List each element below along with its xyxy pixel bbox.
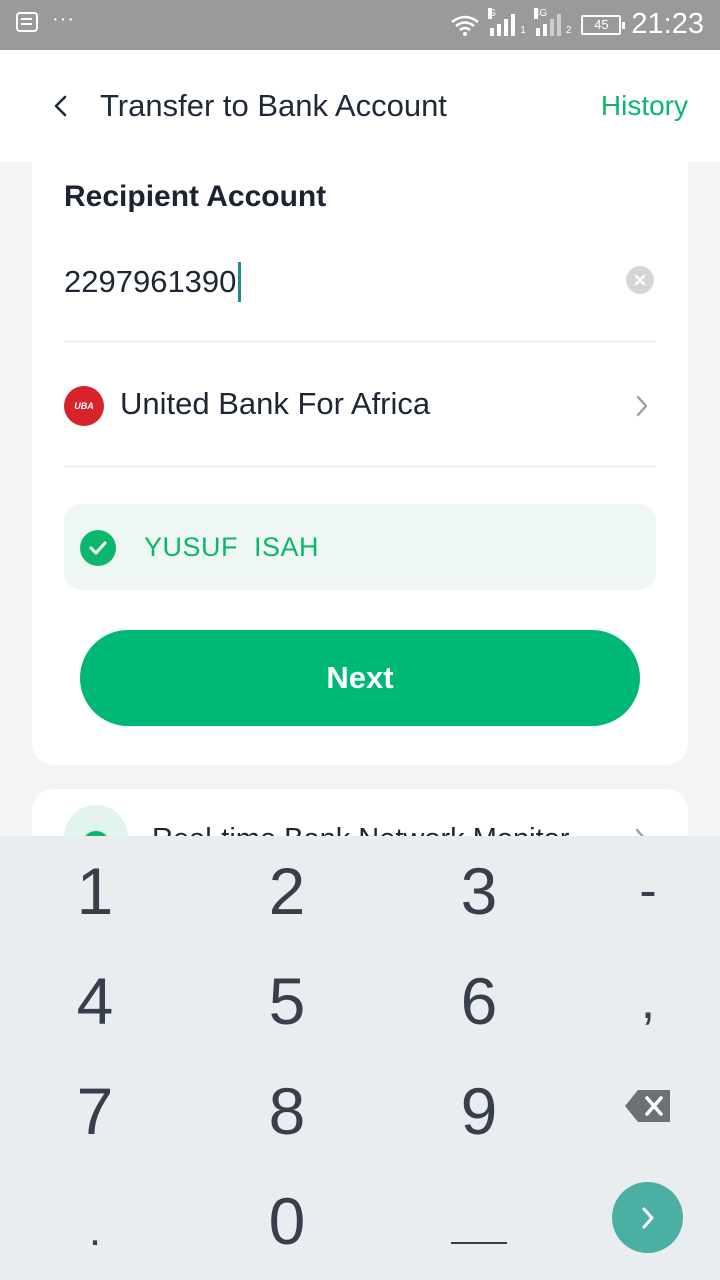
chevron-right-icon bbox=[642, 1207, 653, 1228]
backspace-icon[interactable] bbox=[624, 1088, 672, 1124]
key-dot[interactable]: . bbox=[5, 1176, 185, 1280]
uba-logo-icon: UBA bbox=[64, 386, 104, 426]
key-6[interactable]: 6 bbox=[389, 946, 569, 1056]
key-2[interactable]: 2 bbox=[197, 836, 377, 946]
battery-icon: 45 bbox=[581, 14, 626, 35]
bank-selector[interactable]: UBA United Bank For Africa bbox=[64, 366, 656, 446]
transfer-card: Recipient Account 2297961390 UBA United … bbox=[32, 162, 688, 765]
check-circle-icon bbox=[80, 530, 116, 566]
numeric-keypad: 1 2 3 - 4 5 6 , 7 8 9 . 0 bbox=[0, 836, 720, 1280]
key-comma[interactable]: , bbox=[558, 946, 720, 1056]
divider bbox=[64, 466, 656, 467]
recipient-name: YUSUF ISAH bbox=[144, 532, 320, 562]
divider bbox=[64, 341, 656, 342]
sim1-index: 1 bbox=[520, 24, 526, 36]
key-5[interactable]: 5 bbox=[197, 946, 377, 1056]
key-4[interactable]: 4 bbox=[5, 946, 185, 1056]
space-bar-icon bbox=[451, 1242, 507, 1244]
sim2-index: 2 bbox=[565, 24, 572, 36]
chevron-right-icon bbox=[632, 392, 652, 420]
recipient-account-label: Recipient Account bbox=[64, 180, 327, 213]
go-button[interactable] bbox=[612, 1182, 683, 1253]
next-button[interactable]: Next bbox=[80, 630, 640, 726]
key-0[interactable]: 0 bbox=[197, 1166, 377, 1276]
key-space[interactable] bbox=[389, 1166, 569, 1276]
signal-icon-sim2: 4G 2 bbox=[533, 7, 572, 36]
key-3[interactable]: 3 bbox=[389, 836, 569, 946]
message-icon bbox=[16, 12, 38, 32]
account-number-value: 2297961390 bbox=[64, 264, 237, 299]
status-right: G 1 4G 2 45 21:23 bbox=[450, 7, 704, 41]
close-icon bbox=[634, 274, 646, 286]
app-header: Transfer to Bank Account History bbox=[0, 50, 720, 162]
account-number-input[interactable]: 2297961390 bbox=[64, 262, 242, 302]
signal-icon: G 1 bbox=[488, 7, 526, 36]
key-9[interactable]: 9 bbox=[389, 1056, 569, 1166]
verified-recipient-box: YUSUF ISAH bbox=[64, 504, 656, 590]
history-link[interactable]: History bbox=[601, 90, 688, 122]
back-button[interactable] bbox=[44, 90, 76, 122]
bank-name: United Bank For Africa bbox=[120, 386, 431, 421]
key-1[interactable]: 1 bbox=[5, 836, 185, 946]
page-title: Transfer to Bank Account bbox=[100, 88, 447, 123]
status-left: ··· bbox=[16, 8, 75, 32]
text-caret bbox=[238, 262, 242, 302]
status-bar: ··· G 1 4G 2 45 21:23 bbox=[0, 0, 720, 50]
key-dash[interactable]: - bbox=[558, 836, 720, 946]
chevron-left-icon bbox=[54, 95, 67, 117]
wifi-icon bbox=[451, 15, 480, 36]
clock: 21:23 bbox=[631, 8, 704, 40]
key-8[interactable]: 8 bbox=[197, 1056, 377, 1166]
more-notifications-icon: ··· bbox=[52, 7, 75, 30]
clear-input-button[interactable] bbox=[626, 266, 654, 294]
key-7[interactable]: 7 bbox=[5, 1056, 185, 1166]
sim1-network-type: G bbox=[488, 7, 497, 19]
sim2-network-type: 4G bbox=[533, 7, 548, 19]
